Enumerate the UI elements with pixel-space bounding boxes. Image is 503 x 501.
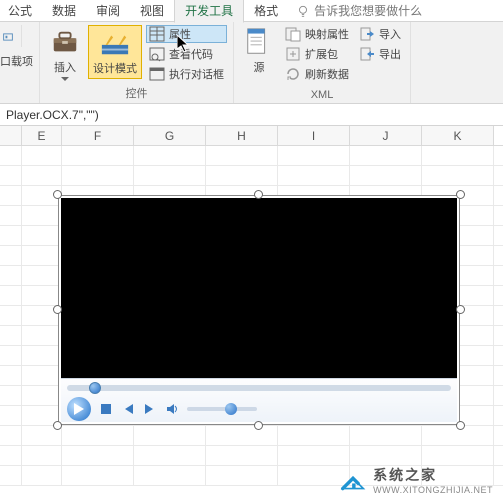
resize-handle-se[interactable]: [456, 421, 465, 430]
prev-button[interactable]: [121, 402, 135, 416]
play-button[interactable]: [67, 397, 91, 421]
run-dialog-button[interactable]: 执行对话框: [146, 65, 227, 83]
watermark: 系统之家 WWW.XITONGZHIJIA.NET: [339, 465, 493, 495]
export-icon: [359, 46, 375, 62]
resize-handle-sw[interactable]: [53, 421, 62, 430]
tell-me[interactable]: 告诉我您想要做什么: [296, 2, 422, 19]
resize-handle-nw[interactable]: [53, 190, 62, 199]
seek-bar[interactable]: [67, 385, 451, 391]
resize-handle-ne[interactable]: [456, 190, 465, 199]
insert-control-button[interactable]: 插入: [46, 25, 84, 84]
column-header-K[interactable]: K: [422, 126, 494, 145]
column-header-H[interactable]: H: [206, 126, 278, 145]
controls-group-label: 控件: [46, 85, 227, 101]
column-header-I[interactable]: I: [278, 126, 350, 145]
column-header-E[interactable]: E: [22, 126, 62, 145]
column-header-J[interactable]: J: [350, 126, 422, 145]
ribbon-body: 口载项 插入 设计模式 属性 查看代码: [0, 22, 503, 104]
watermark-logo-icon: [339, 468, 367, 492]
tab-data[interactable]: 数据: [42, 0, 86, 22]
import-icon: [359, 26, 375, 42]
resize-handle-w[interactable]: [53, 305, 62, 314]
volume-slider[interactable]: [187, 407, 257, 411]
refresh-data-button[interactable]: 刷新数据: [282, 65, 352, 83]
source-icon: [244, 27, 274, 57]
resize-handle-s[interactable]: [254, 421, 263, 430]
formula-bar[interactable]: Player.OCX.7",""): [0, 104, 503, 126]
dropdown-icon: [61, 77, 69, 82]
export-button[interactable]: 导出: [356, 45, 404, 63]
tab-developer[interactable]: 开发工具: [174, 0, 244, 23]
tab-view[interactable]: 视图: [130, 0, 174, 22]
mute-button[interactable]: [165, 402, 179, 416]
play-icon: [74, 403, 84, 415]
lightbulb-icon: [296, 4, 310, 18]
next-button[interactable]: [143, 402, 157, 416]
tab-review[interactable]: 审阅: [86, 0, 130, 22]
addins-icon: [3, 30, 13, 44]
xml-group-label: XML: [240, 89, 404, 101]
tab-formulas[interactable]: 公式: [0, 0, 42, 22]
watermark-url: WWW.XITONGZHIJIA.NET: [373, 485, 493, 495]
video-area: [61, 198, 457, 380]
volume-thumb[interactable]: [225, 403, 237, 415]
column-header-G[interactable]: G: [134, 126, 206, 145]
toolbox-icon: [50, 27, 80, 57]
addins-label-partial: 口载项: [0, 53, 33, 69]
code-icon: [149, 46, 165, 62]
com-addins-button[interactable]: [0, 25, 22, 47]
watermark-title: 系统之家: [373, 465, 493, 485]
refresh-icon: [285, 66, 301, 82]
tab-format[interactable]: 格式: [244, 0, 288, 22]
design-mode-icon: [100, 28, 130, 58]
dialog-icon: [149, 66, 165, 82]
controls-group: 插入 设计模式 属性 查看代码 执行对话框: [40, 22, 234, 103]
ribbon-tabs: 公式 数据 审阅 视图 开发工具 格式 告诉我您想要做什么: [0, 0, 503, 22]
seek-thumb[interactable]: [89, 382, 101, 394]
wmp-controls-bar: [61, 378, 457, 422]
properties-button[interactable]: 属性: [146, 25, 227, 43]
expansion-icon: [285, 46, 301, 62]
column-header-F[interactable]: F: [62, 126, 134, 145]
xml-group: 源 映射属性 扩展包 刷新数据 导入: [234, 22, 411, 103]
expansion-pack-button[interactable]: 扩展包: [282, 45, 352, 63]
resize-handle-e[interactable]: [456, 305, 465, 314]
map-properties-button[interactable]: 映射属性: [282, 25, 352, 43]
map-properties-icon: [285, 26, 301, 42]
column-headers: EFGHIJK: [0, 126, 503, 146]
properties-icon: [149, 26, 165, 42]
view-code-button[interactable]: 查看代码: [146, 45, 227, 63]
wmp-object[interactable]: [58, 195, 460, 425]
addins-group-partial: 口载项: [0, 22, 40, 103]
resize-handle-n[interactable]: [254, 190, 263, 199]
import-button[interactable]: 导入: [356, 25, 404, 43]
design-mode-button[interactable]: 设计模式: [88, 25, 142, 79]
stop-button[interactable]: [99, 402, 113, 416]
source-button[interactable]: 源: [240, 25, 278, 77]
